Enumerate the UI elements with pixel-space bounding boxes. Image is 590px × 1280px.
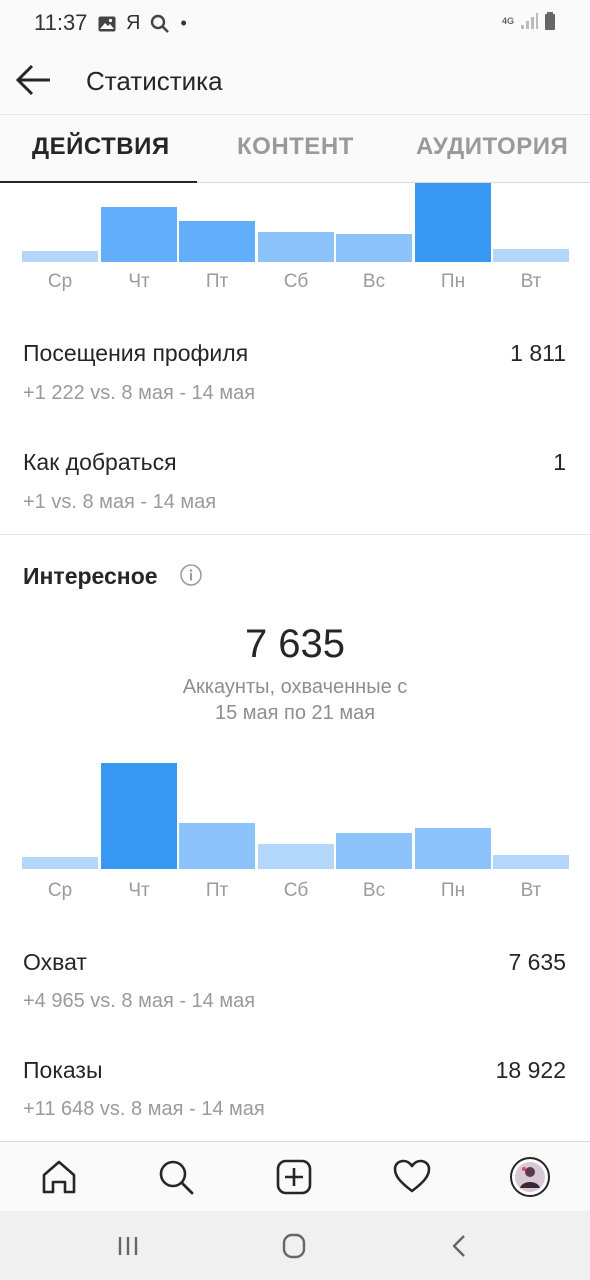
x-tick-label: Ср: [47, 271, 73, 292]
insights-tabs: ДЕЙСТВИЯ КОНТЕНТ АУДИТОРИЯ: [0, 115, 590, 183]
profile-visits-value: 1 811: [510, 340, 566, 366]
yandex-icon: Я: [126, 12, 141, 34]
x-tick-label: Пн: [440, 271, 466, 292]
discovery-caption-line2: 15 мая по 21 мая: [214, 702, 376, 724]
profile-visits-delta: +1 222 vs. 8 мая - 14 мая: [23, 382, 256, 404]
bar-1: [22, 857, 98, 869]
profile-visits-label: Посещения профиля: [23, 340, 249, 366]
tab-audience[interactable]: АУДИТОРИЯ: [416, 133, 568, 161]
x-tick-label: Сб: [283, 271, 309, 292]
tab-content[interactable]: КОНТЕНТ: [237, 133, 354, 161]
discovery-bar-chart: Ср Чт Пт Сб Вс Пн Вт: [0, 762, 590, 912]
activity-heart-icon[interactable]: [390, 1155, 434, 1199]
profile-avatar[interactable]: [508, 1155, 552, 1199]
x-tick-label: Вт: [520, 271, 542, 292]
x-tick-label: Сб: [283, 880, 309, 901]
status-time: 11:37: [34, 10, 88, 35]
bar-5: [336, 234, 412, 262]
info-icon[interactable]: [180, 564, 202, 586]
x-tick-label: Чт: [128, 880, 150, 901]
signal-icon: [521, 13, 538, 29]
x-tick-label: Вс: [362, 880, 386, 901]
bar-5: [336, 833, 412, 869]
x-tick-label: Пт: [205, 271, 229, 292]
x-tick-label: Пн: [440, 880, 466, 901]
discovery-big-number: 7 635: [244, 622, 346, 666]
network-label: 4G: [501, 16, 514, 26]
home-button-icon[interactable]: [274, 1231, 314, 1261]
x-tick-label: Вс: [362, 271, 386, 292]
bar-3: [179, 221, 255, 262]
status-indicators: 4G: [502, 12, 556, 30]
bar-4: [258, 232, 334, 262]
x-tick-label: Вт: [520, 880, 542, 901]
back-arrow-icon: [15, 64, 50, 96]
gallery-icon: [98, 16, 116, 31]
actions-bar-chart: Ср Чт Пт Сб Вс Пн Вт: [0, 183, 590, 303]
search-notification-icon: [151, 14, 170, 33]
system-nav-bar: [0, 1211, 590, 1280]
bar-2: [101, 763, 177, 869]
bottom-nav: [0, 1141, 590, 1212]
x-tick-label: Чт: [128, 271, 150, 292]
battery-icon: [545, 12, 555, 30]
app-header: Статистика: [0, 46, 590, 115]
reach-label: Охват: [23, 949, 87, 975]
directions-delta: +1 vs. 8 мая - 14 мая: [23, 491, 217, 513]
bar-7: [493, 855, 569, 869]
impressions-value: 18 922: [495, 1057, 566, 1083]
impressions-label: Показы: [23, 1057, 103, 1083]
reach-value: 7 635: [508, 949, 566, 975]
impressions-delta: +11 648 vs. 8 мая - 14 мая: [23, 1098, 265, 1120]
bar-1: [22, 251, 98, 262]
new-post-icon[interactable]: [272, 1155, 316, 1199]
bar-6: [415, 828, 491, 869]
section-divider: [0, 534, 590, 535]
status-notifications: Я •: [98, 12, 187, 35]
page-title: Статистика: [86, 66, 223, 96]
bar-4: [258, 844, 334, 869]
discovery-caption-line1: Аккаунты, охваченные с: [182, 676, 408, 698]
reach-delta: +4 965 vs. 8 мая - 14 мая: [23, 990, 256, 1012]
bar-2: [101, 207, 177, 262]
dot-icon: •: [180, 13, 187, 33]
tab-actions[interactable]: ДЕЙСТВИЯ: [32, 133, 170, 161]
recent-apps-icon[interactable]: [108, 1231, 148, 1261]
system-back-icon[interactable]: [440, 1231, 480, 1261]
status-bar: 11:37 Я • 4G: [0, 0, 590, 46]
bar-6: [415, 183, 491, 262]
bar-3: [179, 823, 255, 869]
discovery-title: Интересное: [23, 563, 158, 589]
x-tick-label: Ср: [47, 880, 73, 901]
x-tick-label: Пт: [205, 880, 229, 901]
home-icon[interactable]: [37, 1155, 81, 1199]
back-button[interactable]: [14, 62, 54, 98]
directions-label: Как добраться: [23, 449, 177, 475]
directions-value: 1: [553, 449, 566, 475]
bar-7: [493, 249, 569, 262]
search-icon[interactable]: [154, 1155, 198, 1199]
